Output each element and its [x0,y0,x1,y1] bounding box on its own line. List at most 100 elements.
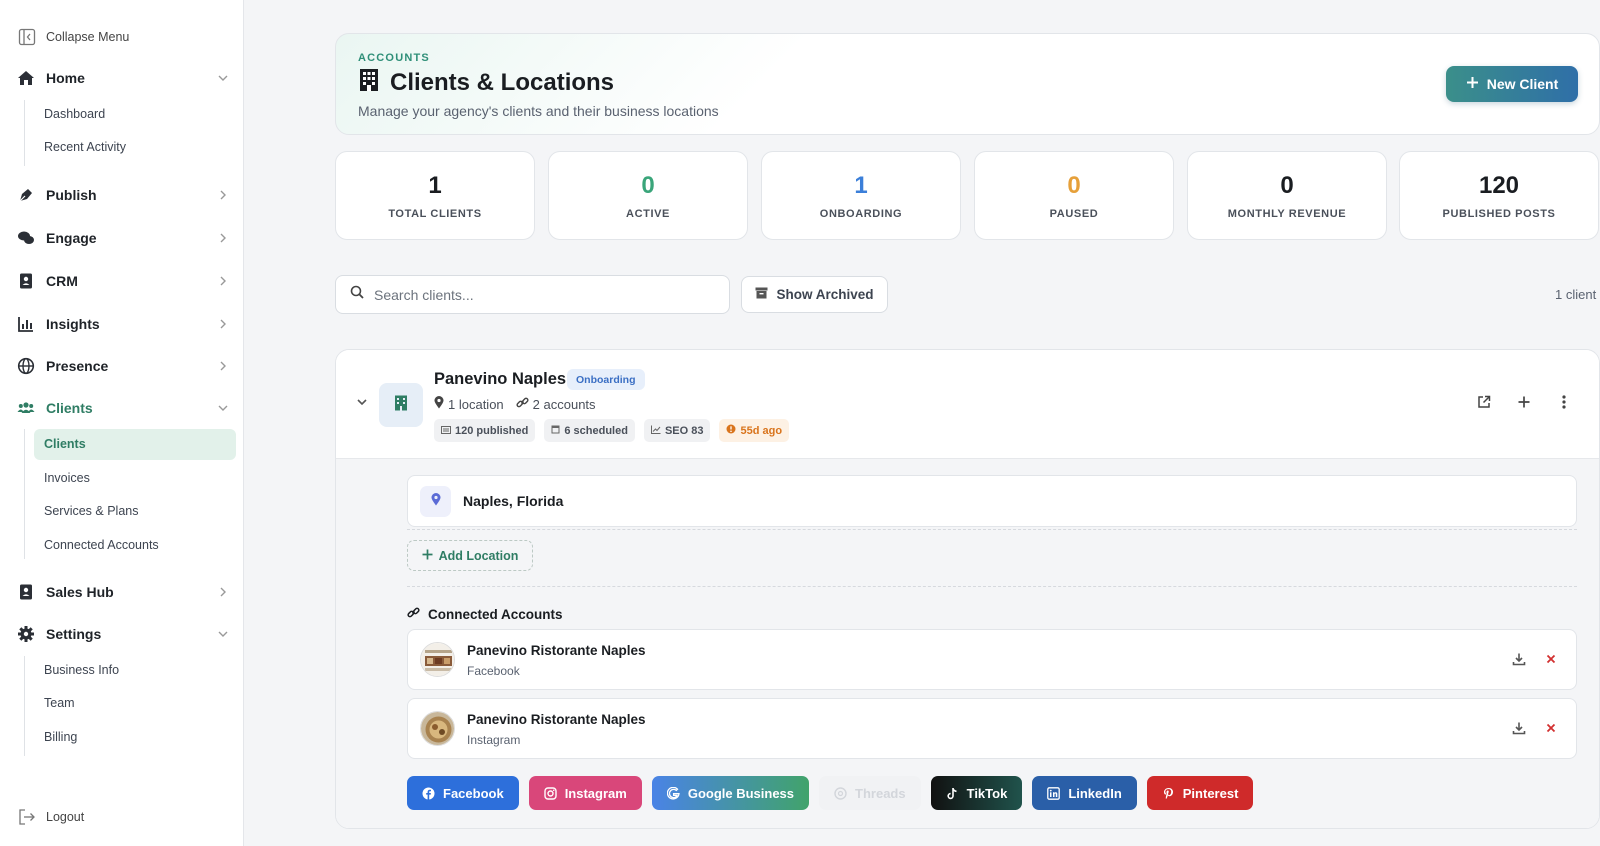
connected-accounts-title: Connected Accounts [428,606,563,622]
client-meta: 1 location 2 accounts [434,396,596,412]
published-chip: 120 published [434,419,536,442]
submenu-divider [24,429,25,559]
chevron-down-icon [218,631,228,637]
sidebar-subitem-invoices[interactable]: Invoices [44,471,90,485]
search-box [335,275,730,314]
sidebar-subitem-billing[interactable]: Billing [44,730,77,744]
social-button-label: Google Business [687,785,795,801]
search-input[interactable] [374,286,704,303]
linkedin-icon [1047,786,1061,800]
close-icon[interactable] [1544,721,1558,735]
sidebar-subitem-recent-activity[interactable]: Recent Activity [44,140,126,154]
collapse-sidebar-icon [18,28,36,46]
sidebar-item-insights[interactable]: Insights [17,310,229,338]
sidebar-item-presence[interactable]: Presence [17,352,229,380]
collapse-menu-button[interactable]: Collapse Menu [18,28,129,46]
stat-card-total-clients: 1 TOTAL CLIENTS [335,151,535,240]
chevron-right-icon [220,587,226,597]
sidebar-item-clients[interactable]: Clients [17,394,229,422]
connect-facebook-button[interactable]: Facebook [407,776,519,810]
chevron-down-icon [218,405,228,411]
add-location-button[interactable]: Add Location [407,540,533,571]
submenu-divider [24,656,25,756]
client-name[interactable]: Panevino Naples [434,370,566,389]
line-chart-icon [650,425,661,437]
sidebar-subitem-business-info[interactable]: Business Info [44,663,119,677]
connect-linkedin-button[interactable]: LinkedIn [1032,776,1137,810]
contact-book-icon [17,583,35,601]
account-count-label: 2 accounts [532,396,596,412]
social-button-label: LinkedIn [1068,785,1122,801]
download-icon[interactable] [1512,652,1526,666]
submenu-divider [24,100,25,166]
more-vertical-icon[interactable] [1555,393,1573,411]
connect-google-business-button[interactable]: Google Business [651,776,810,810]
sidebar-item-engage[interactable]: Engage [17,224,229,252]
client-card-header[interactable]: Panevino Naples Onboarding 1 location 2 … [336,350,1599,459]
sidebar-item-label: Settings [46,626,102,642]
connected-account-row[interactable]: Panevino Ristorante Naples Instagram [407,698,1577,759]
newspaper-icon [441,425,451,437]
sidebar-item-label: Insights [46,316,100,332]
stat-value: 0 [641,172,655,199]
connect-threads-button[interactable]: Threads [819,776,921,810]
external-link-icon[interactable] [1475,393,1493,411]
account-platform: Instagram [467,733,521,747]
chevron-right-icon [220,276,226,286]
search-icon [350,285,364,304]
divider [407,586,1577,587]
sidebar-item-sales-hub[interactable]: Sales Hub [17,578,229,606]
last-active-chip: 55d ago [719,419,790,442]
sidebar-item-label: Sales Hub [46,584,114,600]
show-archived-label: Show Archived [776,287,874,302]
sidebar-subitem-clients[interactable]: Clients [34,429,236,460]
chevron-right-icon [220,319,226,329]
tiktok-icon [947,787,957,799]
location-row[interactable]: Naples, Florida [407,475,1577,527]
account-name: Panevino Ristorante Naples [467,712,646,727]
sidebar-subitem-services-plans[interactable]: Services & Plans [44,504,138,518]
new-client-button[interactable]: New Client [1446,66,1578,102]
sidebar-item-crm[interactable]: CRM [17,267,229,295]
client-details: Naples, Florida Add Location Connected A… [336,459,1599,828]
show-archived-button[interactable]: Show Archived [741,276,888,313]
stat-card-published-posts: 120 PUBLISHED POSTS [1399,151,1599,240]
chevron-down-icon[interactable] [355,395,369,409]
section-eyebrow: ACCOUNTS [358,52,430,64]
sidebar-item-home[interactable]: Home [17,64,229,92]
sidebar-item-label: Publish [46,187,97,203]
connected-account-row[interactable]: Panevino Ristorante Naples Facebook [407,629,1577,690]
connect-tiktok-button[interactable]: TikTok [930,776,1023,810]
globe-icon [17,357,35,375]
comments-icon [17,229,35,247]
account-name: Panevino Ristorante Naples [467,643,646,658]
location-count: 1 location [434,396,504,412]
sidebar-subitem-connected-accounts[interactable]: Connected Accounts [44,538,159,552]
client-stats-chips: 120 published 6 scheduled SEO 83 55d ago [434,419,790,442]
sidebar-item-publish[interactable]: Publish [17,181,229,209]
map-pin-icon [434,396,444,412]
building-icon [394,395,408,416]
clock-alert-icon [726,424,736,437]
sidebar-subitem-team[interactable]: Team [44,696,75,710]
sidebar-item-settings[interactable]: Settings [17,620,229,648]
social-button-label: Threads [855,785,906,801]
connect-pinterest-button[interactable]: Pinterest [1146,776,1254,810]
plus-icon [422,549,433,563]
client-count: 1 client [1555,287,1597,302]
logout-button[interactable]: Logout [18,808,84,826]
connect-instagram-button[interactable]: Instagram [528,776,642,810]
sidebar-subitem-dashboard[interactable]: Dashboard [44,107,105,121]
archive-icon [755,287,768,302]
divider [407,529,1577,530]
link-icon [516,396,529,412]
download-icon[interactable] [1512,721,1526,735]
stat-value: 0 [1067,172,1081,199]
chevron-right-icon [220,361,226,371]
close-icon[interactable] [1544,652,1558,666]
add-location-label: Add Location [438,548,519,563]
google-icon [666,786,680,800]
stat-label: PAUSED [1049,208,1099,220]
plus-icon[interactable] [1515,393,1533,411]
users-icon [17,399,35,417]
